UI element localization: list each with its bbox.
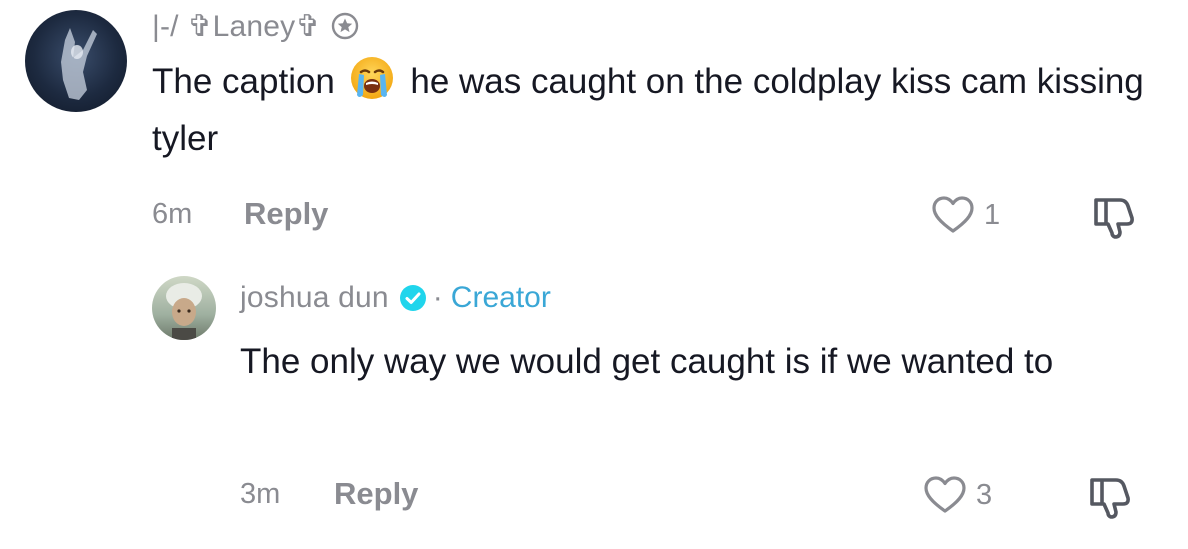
comment-username[interactable]: |-/ ✞Laney✞ xyxy=(152,9,321,44)
reply-comment-item: joshua dun · Creator The only way we wou… xyxy=(0,260,1188,549)
comment-timestamp: 6m xyxy=(152,198,193,230)
reply-like-button[interactable]: 3 xyxy=(922,473,992,517)
separator-dot: · xyxy=(432,281,443,314)
reply-button[interactable]: Reply xyxy=(244,196,328,232)
verified-badge-icon xyxy=(399,284,427,312)
dislike-button[interactable] xyxy=(1090,194,1138,240)
reply-username-row: joshua dun · Creator xyxy=(240,278,551,318)
reply-reply-button[interactable]: Reply xyxy=(334,476,418,512)
heart-icon xyxy=(922,475,968,515)
creator-label: Creator xyxy=(450,281,551,314)
reply-dislike-button[interactable] xyxy=(1086,474,1134,520)
reply-avatar[interactable] xyxy=(152,276,216,340)
loudly-crying-face-icon xyxy=(349,55,395,101)
thumbs-down-icon xyxy=(1094,198,1134,239)
reply-like-count: 3 xyxy=(976,478,993,511)
comment-text: The caption he was caught on the coldpla… xyxy=(152,53,1162,167)
star-badge-icon xyxy=(331,12,359,40)
comment-text-part1: The caption xyxy=(152,62,345,101)
comment-username-row: |-/ ✞Laney✞ xyxy=(152,6,359,46)
avatar-image xyxy=(61,28,97,100)
thumbs-down-icon xyxy=(1090,478,1130,519)
like-button[interactable]: 1 xyxy=(930,193,1000,237)
heart-icon xyxy=(930,195,976,235)
reply-timestamp: 3m xyxy=(240,478,281,510)
reply-username[interactable]: joshua dun xyxy=(240,281,389,315)
reply-text: The only way we would get caught is if w… xyxy=(240,342,1054,381)
avatar[interactable] xyxy=(25,10,127,112)
reply-avatar-image xyxy=(166,283,202,340)
like-count: 1 xyxy=(984,198,1001,231)
comment-item: |-/ ✞Laney✞ The caption he was caught on… xyxy=(0,0,1188,260)
